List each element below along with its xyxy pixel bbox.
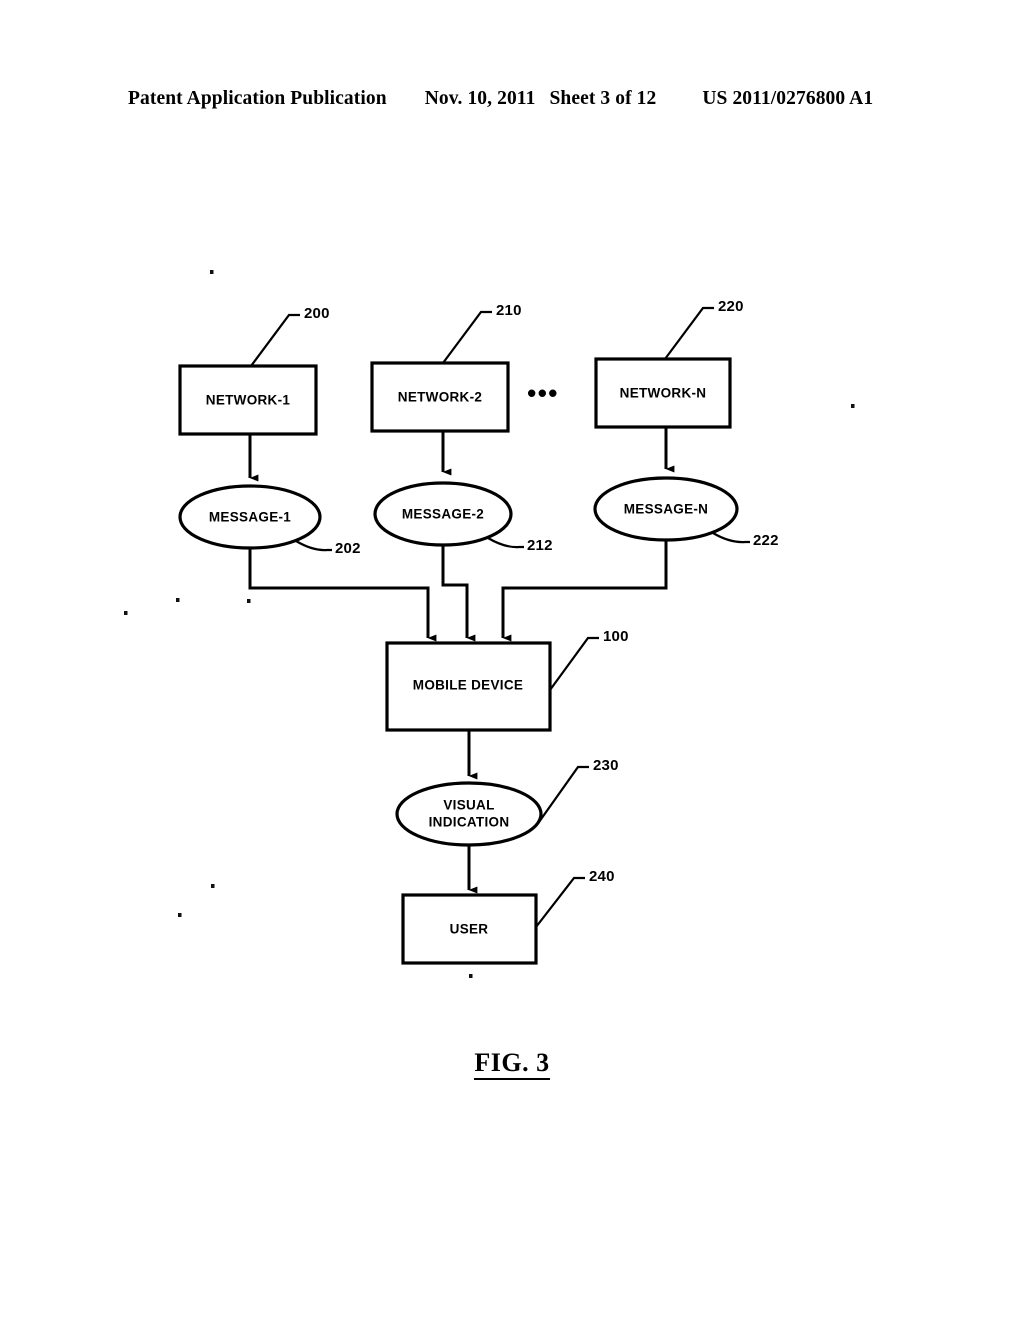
node-message-n-label: MESSAGE-N bbox=[624, 502, 708, 517]
scan-speck bbox=[176, 598, 180, 602]
ref-number-222: 222 bbox=[753, 532, 779, 549]
ref-number-210: 210 bbox=[496, 302, 522, 319]
node-message-1-label: MESSAGE-1 bbox=[209, 510, 291, 525]
ref-number-100: 100 bbox=[603, 628, 629, 645]
lead-line-240 bbox=[535, 876, 585, 928]
node-visual-indication-label-line2: INDICATION bbox=[429, 815, 510, 830]
scan-speck bbox=[211, 884, 215, 888]
node-mobile-device-label: MOBILE DEVICE bbox=[413, 678, 523, 693]
scan-speck bbox=[210, 270, 214, 274]
node-visual-indication-label-line1: VISUAL bbox=[443, 798, 494, 813]
ref-number-230: 230 bbox=[593, 757, 619, 774]
scan-speck bbox=[178, 913, 182, 917]
node-network-2-label: NETWORK-2 bbox=[398, 390, 482, 405]
node-network-1-label: NETWORK-1 bbox=[206, 393, 291, 408]
ref-number-200: 200 bbox=[304, 305, 330, 322]
figure-caption: FIG. 3 bbox=[0, 1048, 1024, 1080]
scan-speck bbox=[247, 599, 251, 603]
lead-line-200 bbox=[250, 313, 300, 367]
scan-speck bbox=[124, 611, 128, 615]
node-message-2-label: MESSAGE-2 bbox=[402, 507, 484, 522]
scan-speck bbox=[851, 404, 855, 408]
patent-figure-diagram: NETWORK-1 200 NETWORK-2 210 ••• NETWORK-… bbox=[0, 0, 1024, 1320]
lead-line-202 bbox=[295, 540, 332, 552]
node-network-n-label: NETWORK-N bbox=[620, 386, 707, 401]
lead-line-100 bbox=[549, 636, 599, 691]
figure-caption-text: FIG. 3 bbox=[474, 1048, 550, 1080]
connector-message2-to-mobile-device bbox=[441, 545, 476, 642]
connector-message1-to-mobile-device bbox=[248, 548, 437, 642]
lead-line-222 bbox=[712, 532, 750, 544]
ref-number-220: 220 bbox=[718, 298, 744, 315]
ref-number-212: 212 bbox=[527, 537, 553, 554]
connector-messagen-to-mobile-device bbox=[501, 540, 668, 642]
lead-line-212 bbox=[487, 537, 524, 549]
lead-line-230 bbox=[538, 765, 589, 823]
scan-speck bbox=[469, 974, 473, 978]
ref-number-202: 202 bbox=[335, 540, 361, 557]
ellipsis-dots: ••• bbox=[527, 378, 559, 408]
lead-line-220 bbox=[664, 306, 714, 360]
lead-line-210 bbox=[442, 310, 492, 364]
ref-number-240: 240 bbox=[589, 868, 615, 885]
node-user-label: USER bbox=[450, 922, 489, 937]
